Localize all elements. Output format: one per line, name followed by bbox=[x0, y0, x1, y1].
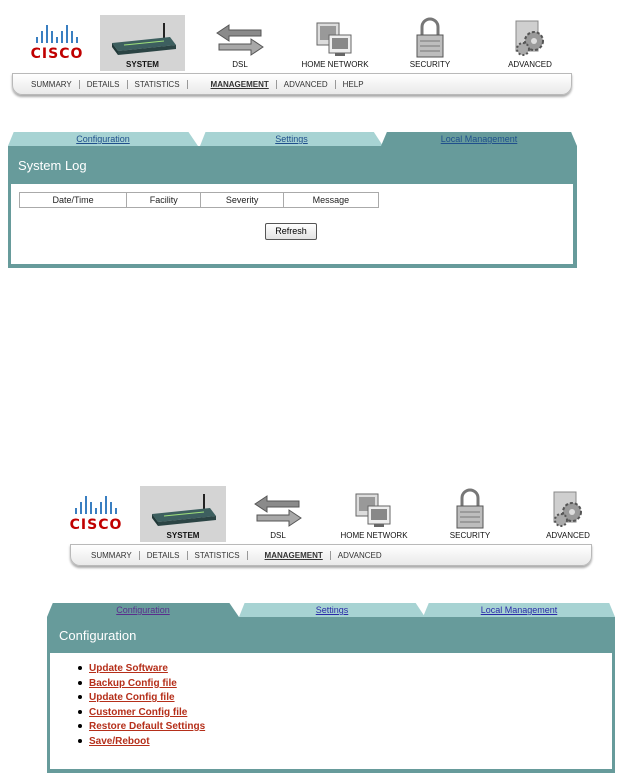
customer-config-link[interactable]: Customer Config file bbox=[89, 707, 187, 718]
nav-security[interactable]: SECURITY bbox=[395, 15, 465, 71]
subnav-1: SUMMARY DETAILS STATISTICS MANAGEMENT AD… bbox=[12, 73, 572, 95]
update-software-link[interactable]: Update Software bbox=[89, 663, 168, 674]
nav-security-2[interactable]: SECURITY bbox=[435, 486, 505, 542]
nav-home-network-label-2: HOME NETWORK bbox=[340, 531, 408, 540]
list-item[interactable]: Update Config file bbox=[78, 691, 205, 706]
bullet-icon bbox=[78, 695, 82, 700]
nav-advanced-label-2: ADVANCED bbox=[546, 531, 590, 540]
dsl-arrows-icon bbox=[216, 24, 264, 56]
subnav-details[interactable]: DETAILS bbox=[80, 79, 128, 89]
update-config-link[interactable]: Update Config file bbox=[89, 692, 175, 703]
tab-settings-2[interactable]: Settings bbox=[239, 603, 425, 617]
tab-settings[interactable]: Settings bbox=[200, 132, 383, 146]
list-item[interactable]: Backup Config file bbox=[78, 677, 205, 692]
bullet-icon bbox=[78, 680, 82, 685]
subnav-summary-2[interactable]: SUMMARY bbox=[71, 550, 140, 560]
nav-advanced[interactable]: ADVANCED bbox=[495, 15, 565, 71]
col-severity: Severity bbox=[200, 192, 284, 208]
nav-system-2[interactable]: SYSTEM bbox=[140, 486, 226, 542]
subnav-statistics[interactable]: STATISTICS bbox=[128, 79, 188, 89]
cisco-logo: CISCO bbox=[25, 25, 89, 65]
list-item[interactable]: Update Software bbox=[78, 662, 205, 677]
nav-system-label: SYSTEM bbox=[126, 60, 159, 69]
nav-dsl[interactable]: DSL bbox=[205, 15, 275, 71]
bullet-icon bbox=[78, 709, 82, 714]
padlock-icon bbox=[416, 17, 444, 58]
nav-home-network-label: HOME NETWORK bbox=[301, 60, 369, 69]
save-reboot-link[interactable]: Save/Reboot bbox=[89, 736, 150, 747]
bullet-icon bbox=[78, 666, 82, 671]
list-item[interactable]: Save/Reboot bbox=[78, 735, 205, 750]
refresh-button[interactable]: Refresh bbox=[265, 223, 317, 240]
subnav-summary[interactable]: SUMMARY bbox=[13, 79, 80, 89]
nav-dsl-label-2: DSL bbox=[270, 531, 286, 540]
subnav-management[interactable]: MANAGEMENT bbox=[204, 79, 277, 89]
subnav-details-2[interactable]: DETAILS bbox=[140, 550, 188, 560]
configuration-panel: Configuration Update Software Backup Con… bbox=[47, 617, 615, 773]
backup-config-link[interactable]: Backup Config file bbox=[89, 678, 177, 689]
tab-local-management-2[interactable]: Local Management bbox=[423, 603, 615, 617]
gears-icon bbox=[515, 20, 544, 56]
subnav-management-2[interactable]: MANAGEMENT bbox=[258, 550, 331, 560]
gears-icon bbox=[553, 491, 582, 527]
nav-security-label: SECURITY bbox=[409, 60, 451, 69]
home-network-icon bbox=[316, 22, 352, 56]
nav-dsl-2[interactable]: DSL bbox=[243, 486, 313, 542]
subnav-advanced[interactable]: ADVANCED bbox=[277, 79, 336, 89]
bullet-icon bbox=[78, 738, 82, 743]
list-item[interactable]: Restore Default Settings bbox=[78, 720, 205, 735]
subnav-statistics-2[interactable]: STATISTICS bbox=[188, 550, 248, 560]
router-icon bbox=[152, 494, 216, 526]
config-link-list: Update Software Backup Config file Updat… bbox=[78, 662, 205, 749]
nav-security-label-2: SECURITY bbox=[449, 531, 491, 540]
nav-system-label-2: SYSTEM bbox=[166, 531, 200, 540]
config-panel-title: Configuration bbox=[59, 628, 137, 643]
col-datetime: Date/Time bbox=[18, 192, 128, 208]
subnav-advanced-2[interactable]: ADVANCED bbox=[331, 551, 389, 560]
tab-configuration[interactable]: Configuration bbox=[8, 132, 198, 146]
table-header-row: Date/Time Facility Severity Message bbox=[18, 192, 380, 208]
cisco-wordmark-2: CISCO bbox=[69, 517, 123, 533]
subnav-help[interactable]: HELP bbox=[336, 80, 371, 89]
subnav-2: SUMMARY DETAILS STATISTICS MANAGEMENT AD… bbox=[70, 544, 592, 566]
col-facility: Facility bbox=[126, 192, 202, 208]
nav-dsl-label: DSL bbox=[232, 60, 248, 69]
padlock-icon bbox=[456, 488, 484, 529]
list-item[interactable]: Customer Config file bbox=[78, 706, 205, 721]
nav-home-network-2[interactable]: HOME NETWORK bbox=[334, 486, 414, 542]
panel-title: System Log bbox=[18, 158, 87, 173]
nav-advanced-label: ADVANCED bbox=[508, 60, 552, 69]
nav-system[interactable]: SYSTEM bbox=[100, 15, 185, 71]
system-log-table: Date/Time Facility Severity Message bbox=[18, 192, 380, 208]
config-panel-body: Update Software Backup Config file Updat… bbox=[50, 653, 612, 769]
col-message: Message bbox=[282, 192, 380, 208]
router-icon bbox=[112, 23, 176, 55]
system-log-panel: System Log Date/Time Facility Severity M… bbox=[8, 146, 577, 268]
bullet-icon bbox=[78, 724, 82, 729]
nav-advanced-2[interactable]: ADVANCED bbox=[536, 486, 600, 542]
nav-home-network[interactable]: HOME NETWORK bbox=[295, 15, 375, 71]
panel-body: Date/Time Facility Severity Message Refr… bbox=[11, 184, 573, 264]
tab-local-management[interactable]: Local Management bbox=[381, 132, 577, 146]
cisco-logo-2: CISCO bbox=[64, 496, 128, 536]
tab-configuration-2[interactable]: Configuration bbox=[47, 603, 239, 617]
cisco-wordmark: CISCO bbox=[30, 46, 84, 62]
home-network-icon bbox=[355, 493, 391, 527]
dsl-arrows-icon bbox=[254, 495, 302, 527]
restore-defaults-link[interactable]: Restore Default Settings bbox=[89, 721, 205, 732]
